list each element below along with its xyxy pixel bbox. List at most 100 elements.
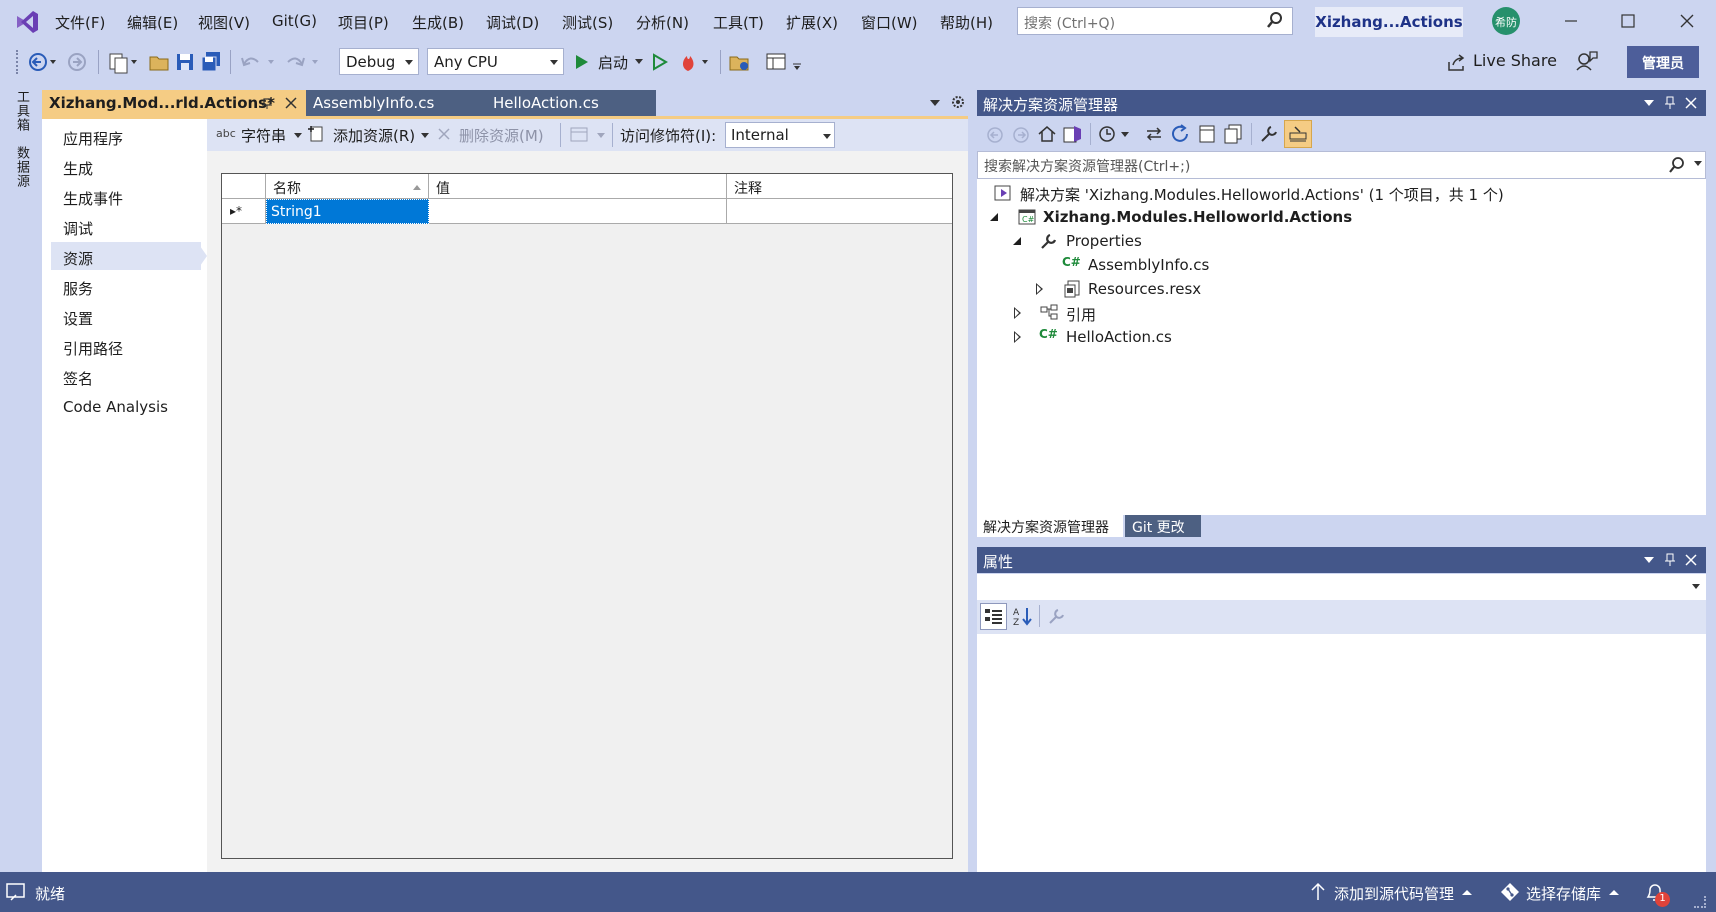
menu-build[interactable]: 生成(B) bbox=[412, 12, 464, 33]
browse-folder-icon[interactable] bbox=[728, 48, 752, 76]
menu-project[interactable]: 项目(P) bbox=[338, 12, 389, 33]
search-icon[interactable] bbox=[1668, 156, 1686, 174]
select-repository-button[interactable]: 选择存储库 bbox=[1526, 883, 1601, 904]
menu-window[interactable]: 窗口(W) bbox=[861, 12, 918, 33]
cell-name[interactable]: String1 bbox=[266, 199, 429, 224]
resize-grip-icon[interactable] bbox=[1694, 896, 1706, 908]
cell-value[interactable] bbox=[429, 199, 727, 224]
tree-item-helloaction[interactable]: HelloAction.cs bbox=[1066, 328, 1172, 346]
tree-item-assemblyinfo[interactable]: AssemblyInfo.cs bbox=[1088, 256, 1209, 274]
panel-menu-icon[interactable] bbox=[1643, 555, 1655, 565]
object-selector[interactable] bbox=[977, 574, 1706, 600]
add-to-source-control-button[interactable]: 添加到源代码管理 bbox=[1334, 883, 1454, 904]
navigate-forward-icon[interactable] bbox=[66, 48, 88, 76]
pin-icon[interactable] bbox=[261, 96, 275, 110]
redo-icon[interactable] bbox=[282, 48, 322, 76]
forward-icon[interactable] bbox=[1011, 125, 1031, 145]
admin-button[interactable]: 管理员 bbox=[1627, 46, 1699, 78]
menu-debug[interactable]: 调试(D) bbox=[486, 12, 539, 33]
categorized-icon[interactable] bbox=[980, 603, 1007, 630]
save-all-icon[interactable] bbox=[200, 48, 222, 76]
alphabetical-icon[interactable]: AZ bbox=[1012, 605, 1034, 627]
toolbar-grip-icon[interactable] bbox=[16, 50, 20, 74]
home-icon[interactable] bbox=[1037, 124, 1057, 144]
visual-studio-logo-icon[interactable] bbox=[14, 9, 40, 35]
column-header-comment[interactable]: 注释 bbox=[727, 174, 952, 199]
panel-pin-icon[interactable] bbox=[1663, 96, 1677, 110]
menu-edit[interactable]: 编辑(E) bbox=[127, 12, 178, 33]
tab-list-dropdown-icon[interactable] bbox=[929, 97, 941, 109]
open-folder-icon[interactable] bbox=[148, 48, 170, 76]
search-icon[interactable] bbox=[1266, 11, 1284, 29]
nav-item-build[interactable]: 生成 bbox=[63, 158, 93, 179]
solution-explorer-search-input[interactable]: 搜索解决方案资源管理器(Ctrl+;) bbox=[977, 151, 1706, 179]
platform-select[interactable]: Any CPU bbox=[427, 48, 564, 75]
nav-item-settings[interactable]: 设置 bbox=[63, 308, 93, 329]
refresh-icon[interactable] bbox=[1170, 123, 1192, 145]
menu-git[interactable]: Git(G) bbox=[272, 12, 317, 30]
collapsed-arrow-icon[interactable] bbox=[1014, 307, 1021, 319]
pending-changes-filter-icon[interactable] bbox=[1097, 124, 1133, 144]
panel-menu-icon[interactable] bbox=[1643, 98, 1655, 108]
menu-view[interactable]: 视图(V) bbox=[198, 12, 250, 33]
property-pages-icon[interactable] bbox=[1047, 606, 1067, 626]
back-icon[interactable] bbox=[985, 125, 1005, 145]
undo-icon[interactable] bbox=[238, 48, 278, 76]
close-icon[interactable] bbox=[1676, 10, 1698, 32]
panel-close-icon[interactable] bbox=[1684, 96, 1698, 110]
cell-comment[interactable] bbox=[727, 199, 952, 224]
expanded-arrow-icon[interactable] bbox=[1012, 236, 1022, 246]
tree-item-resources[interactable]: Resources.resx bbox=[1088, 280, 1201, 298]
data-sources-tab[interactable]: 数据源 bbox=[12, 146, 31, 188]
switch-views-icon[interactable] bbox=[1062, 123, 1084, 145]
nav-item-services[interactable]: 服务 bbox=[63, 278, 93, 299]
add-resource-button[interactable]: 添加资源(R) bbox=[333, 125, 415, 146]
tree-item-solution[interactable]: 解决方案 'Xizhang.Modules.Helloworld.Actions… bbox=[1020, 184, 1504, 205]
start-without-debugging-icon[interactable] bbox=[650, 48, 670, 76]
start-debug-button[interactable]: 启动 bbox=[574, 48, 646, 76]
nav-item-reference-paths[interactable]: 引用路径 bbox=[63, 338, 123, 359]
sync-active-document-icon[interactable] bbox=[1144, 124, 1164, 144]
expanded-arrow-icon[interactable] bbox=[989, 212, 999, 222]
live-share-button[interactable]: Live Share bbox=[1447, 48, 1567, 76]
menu-extensions[interactable]: 扩展(X) bbox=[786, 12, 838, 33]
panel-pin-icon[interactable] bbox=[1663, 553, 1677, 567]
nav-item-debug[interactable]: 调试 bbox=[63, 218, 93, 239]
collapse-all-icon[interactable] bbox=[1197, 123, 1219, 145]
nav-item-build-events[interactable]: 生成事件 bbox=[63, 188, 123, 209]
avatar[interactable]: 希防 bbox=[1492, 7, 1520, 35]
menu-help[interactable]: 帮助(H) bbox=[940, 12, 993, 33]
preview-selected-items-icon[interactable] bbox=[1284, 120, 1312, 148]
toolbox-tab[interactable]: 工具箱 bbox=[12, 90, 31, 132]
tab-helloaction[interactable]: HelloAction.cs bbox=[486, 90, 656, 116]
resource-type-dropdown[interactable]: 字符串 bbox=[241, 125, 286, 146]
feedback-icon[interactable] bbox=[1575, 48, 1599, 76]
tree-item-references[interactable]: 引用 bbox=[1066, 304, 1096, 325]
search-options-dropdown-icon[interactable] bbox=[1693, 160, 1703, 168]
tab-close-icon[interactable] bbox=[284, 96, 298, 110]
new-project-icon[interactable] bbox=[106, 48, 142, 76]
collapsed-arrow-icon[interactable] bbox=[1036, 283, 1043, 295]
nav-item-resources[interactable]: 资源 bbox=[63, 248, 93, 269]
nav-item-signing[interactable]: 签名 bbox=[63, 368, 93, 389]
remove-resource-button[interactable]: 删除资源(M) bbox=[459, 125, 544, 146]
nav-item-application[interactable]: 应用程序 bbox=[63, 128, 123, 149]
tab-assemblyinfo[interactable]: AssemblyInfo.cs bbox=[306, 90, 486, 116]
column-header-name[interactable]: 名称 bbox=[266, 174, 429, 199]
views-icon[interactable] bbox=[570, 126, 610, 144]
menu-file[interactable]: 文件(F) bbox=[55, 12, 105, 33]
properties-wrench-icon[interactable] bbox=[1259, 124, 1279, 144]
settings-gear-icon[interactable] bbox=[950, 94, 966, 110]
new-row-marker[interactable]: ▸* bbox=[222, 199, 266, 224]
column-header-value[interactable]: 值 bbox=[429, 174, 727, 199]
minimize-icon[interactable] bbox=[1560, 10, 1582, 32]
menu-analyze[interactable]: 分析(N) bbox=[636, 12, 689, 33]
access-modifier-select[interactable]: Internal bbox=[725, 122, 835, 148]
tree-item-project[interactable]: Xizhang.Modules.Helloworld.Actions bbox=[1043, 208, 1352, 226]
save-icon[interactable] bbox=[174, 48, 196, 76]
window-layout-icon[interactable] bbox=[764, 48, 804, 76]
menu-tools[interactable]: 工具(T) bbox=[713, 12, 764, 33]
maximize-icon[interactable] bbox=[1617, 10, 1639, 32]
navigate-back-icon[interactable] bbox=[26, 48, 56, 76]
show-all-files-icon[interactable] bbox=[1223, 123, 1245, 145]
